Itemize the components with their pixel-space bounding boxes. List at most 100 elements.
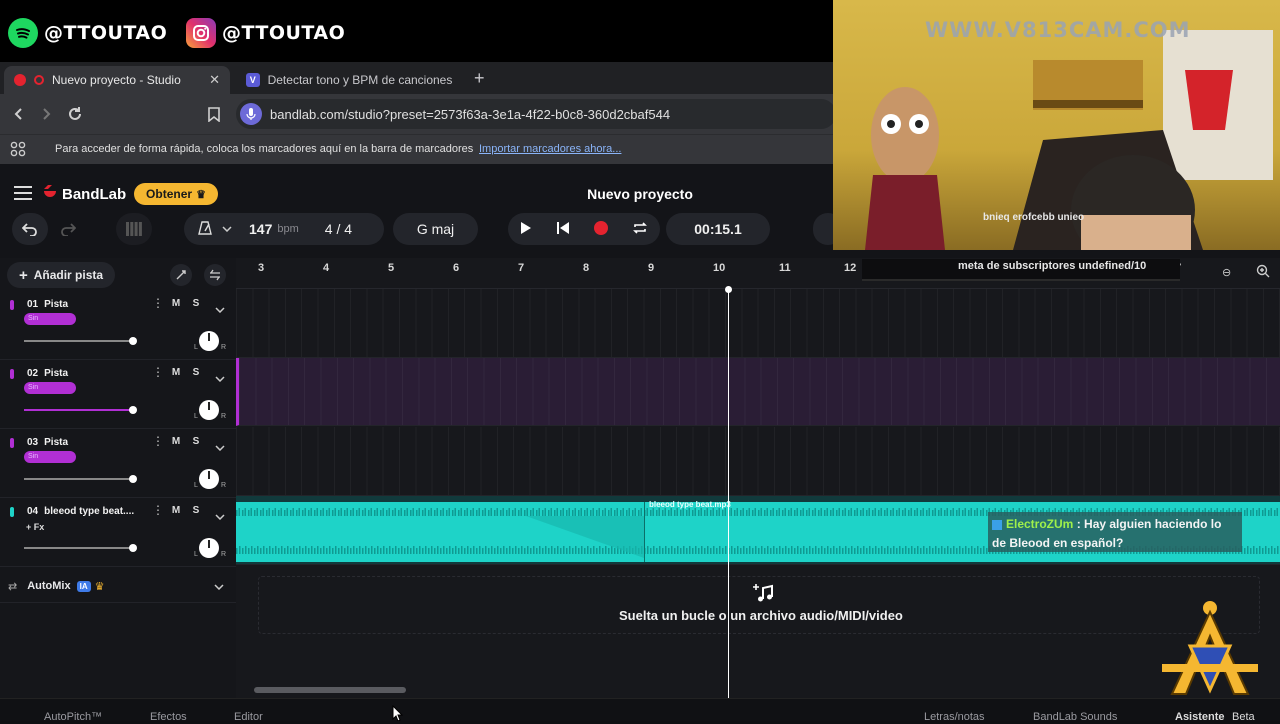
project-title[interactable]: Nuevo proyecto (540, 186, 740, 202)
volume-slider[interactable] (24, 337, 137, 345)
back-icon[interactable] (7, 102, 31, 126)
bpm-value[interactable]: 147 (249, 221, 272, 237)
play-icon[interactable] (520, 221, 532, 238)
lyrics-tab[interactable]: Letras/notas (924, 711, 985, 723)
key-selector[interactable]: G maj (393, 213, 478, 245)
mute-button[interactable]: M (168, 296, 184, 312)
tab-label: Nuevo proyecto - Studio (52, 73, 181, 87)
solo-button[interactable]: S (188, 434, 204, 450)
fx-button[interactable]: + Fx (26, 522, 44, 532)
track-lane[interactable] (236, 289, 1280, 358)
piano-roll-icon[interactable] (116, 213, 152, 245)
mute-button[interactable]: M (168, 503, 184, 519)
chevron-down-icon[interactable] (215, 438, 225, 456)
volume-knob[interactable] (129, 337, 137, 345)
instrument-tag[interactable]: Sin instrumento (24, 451, 76, 463)
crown-icon: ♛ (94, 580, 105, 593)
drop-zone[interactable]: Suelta un bucle o un archivo audio/MIDI/… (258, 576, 1260, 634)
solo-button[interactable]: S (188, 296, 204, 312)
solo-button[interactable]: S (188, 365, 204, 381)
mute-button[interactable]: M (168, 365, 184, 381)
automix-row[interactable]: ⇄ AutoMix IA ♛ (0, 570, 236, 603)
bottom-toolbar: AutoPitch™ Efectos Editor Letras/notas B… (0, 698, 1280, 723)
bandlab-sounds-tab[interactable]: BandLab Sounds (1033, 711, 1117, 723)
chevron-down-icon[interactable] (214, 577, 224, 595)
url-field[interactable]: bandlab.com/studio?preset=2573f63a-3e1a-… (236, 99, 836, 129)
tab-detect-key[interactable]: V Detectar tono y BPM de canciones - (236, 66, 464, 94)
zoom-in-icon[interactable] (1256, 264, 1270, 283)
track-lane-selected[interactable] (236, 358, 1280, 426)
timeline-ruler[interactable]: 3 4 5 6 7 8 9 10 11 12 13 14 15 16 17 me… (236, 258, 1280, 289)
track-row[interactable]: 04 bleeod type beat.... + Fx ⋮ M S L R (0, 498, 236, 567)
pan-knob[interactable] (199, 400, 219, 420)
track-lane[interactable] (236, 427, 1280, 496)
scroll-zoom-icon[interactable]: ⊖ (1222, 266, 1231, 279)
spotify-handle: @TTOUTAO (44, 22, 168, 44)
effects-tab[interactable]: Efectos (150, 711, 187, 723)
fit-view-icon[interactable] (204, 264, 226, 286)
bookmark-icon[interactable] (202, 102, 226, 126)
arrangement-area[interactable]: bleeod type beat.mp3 Suelta un bucle o u… (236, 289, 1280, 699)
more-options-icon[interactable]: ⋮ (152, 296, 164, 310)
volume-knob[interactable] (129, 475, 137, 483)
pan-knob[interactable] (199, 331, 219, 351)
playhead[interactable] (725, 286, 732, 698)
instrument-tag[interactable]: Sin instrumento (24, 313, 76, 325)
brand-name: BandLab (62, 186, 127, 203)
close-tab-icon[interactable]: ✕ (209, 72, 220, 88)
ruler-tick: 6 (453, 262, 460, 274)
get-premium-label: Obtener (146, 187, 193, 201)
time-signature[interactable]: 4 / 4 (325, 221, 352, 237)
record-icon[interactable] (594, 220, 608, 238)
track-name[interactable]: 02 Pista (27, 368, 68, 379)
instagram-handle: @TTOUTAO (222, 22, 346, 44)
track-name[interactable]: 03 Pista (27, 437, 68, 448)
track-name[interactable]: 04 bleeod type beat.... (27, 506, 147, 517)
chevron-down-icon[interactable] (215, 300, 225, 318)
pan-knob[interactable] (199, 469, 219, 489)
track-row[interactable]: 01 Pista Sin instrumento ⋮ M S L R (0, 291, 236, 360)
more-options-icon[interactable]: ⋮ (152, 434, 164, 448)
tab-studio[interactable]: Nuevo proyecto - Studio ✕ (4, 66, 230, 94)
undo-icon[interactable] (12, 213, 48, 245)
automix-label: AutoMix (27, 580, 71, 592)
instrument-tag[interactable]: Sin instrumento (24, 382, 76, 394)
editor-tab[interactable]: Editor (234, 711, 263, 723)
redo-icon[interactable] (50, 213, 86, 245)
add-track-button[interactable]: + Añadir pista (7, 262, 115, 288)
apps-grid-icon[interactable] (10, 141, 26, 157)
bandlab-logo[interactable]: BandLab (42, 184, 126, 205)
skip-to-start-icon[interactable] (556, 221, 570, 238)
metronome-icon[interactable] (198, 220, 212, 238)
volume-knob[interactable] (129, 544, 137, 552)
autopitch-tab[interactable]: AutoPitch™ (44, 711, 102, 723)
assistant-tab[interactable]: Asistente (1175, 711, 1225, 723)
volume-slider[interactable] (24, 406, 137, 414)
volume-slider[interactable] (24, 475, 137, 483)
get-premium-button[interactable]: Obtener ♛ (134, 183, 218, 205)
reload-icon[interactable] (63, 102, 87, 126)
loop-icon[interactable] (632, 221, 648, 238)
automation-icon[interactable] (170, 264, 192, 286)
tab-label: Detectar tono y BPM de canciones - (267, 73, 454, 87)
chevron-down-icon[interactable] (215, 369, 225, 387)
horizontal-scrollbar[interactable] (254, 687, 406, 693)
chevron-down-icon[interactable] (215, 507, 225, 525)
volume-knob[interactable] (129, 406, 137, 414)
track-row[interactable]: 03 Pista Sin instrumento ⋮ M S L R (0, 429, 236, 498)
forward-icon[interactable] (34, 102, 58, 126)
track-row[interactable]: 02 Pista Sin instrumento ⋮ M S L R (0, 360, 236, 429)
pan-right-label: R (221, 551, 227, 558)
more-options-icon[interactable]: ⋮ (152, 503, 164, 517)
pan-knob[interactable] (199, 538, 219, 558)
new-tab-icon[interactable]: + (474, 68, 485, 89)
solo-button[interactable]: S (188, 503, 204, 519)
track-name[interactable]: 01 Pista (27, 299, 68, 310)
mute-button[interactable]: M (168, 434, 184, 450)
url-text: bandlab.com/studio?preset=2573f63a-3e1a-… (270, 106, 671, 122)
volume-slider[interactable] (24, 544, 137, 552)
more-options-icon[interactable]: ⋮ (152, 365, 164, 379)
hamburger-menu-icon[interactable] (14, 186, 32, 200)
chevron-down-icon[interactable] (222, 223, 232, 235)
import-bookmarks-link[interactable]: Importar marcadores ahora... (479, 143, 621, 155)
